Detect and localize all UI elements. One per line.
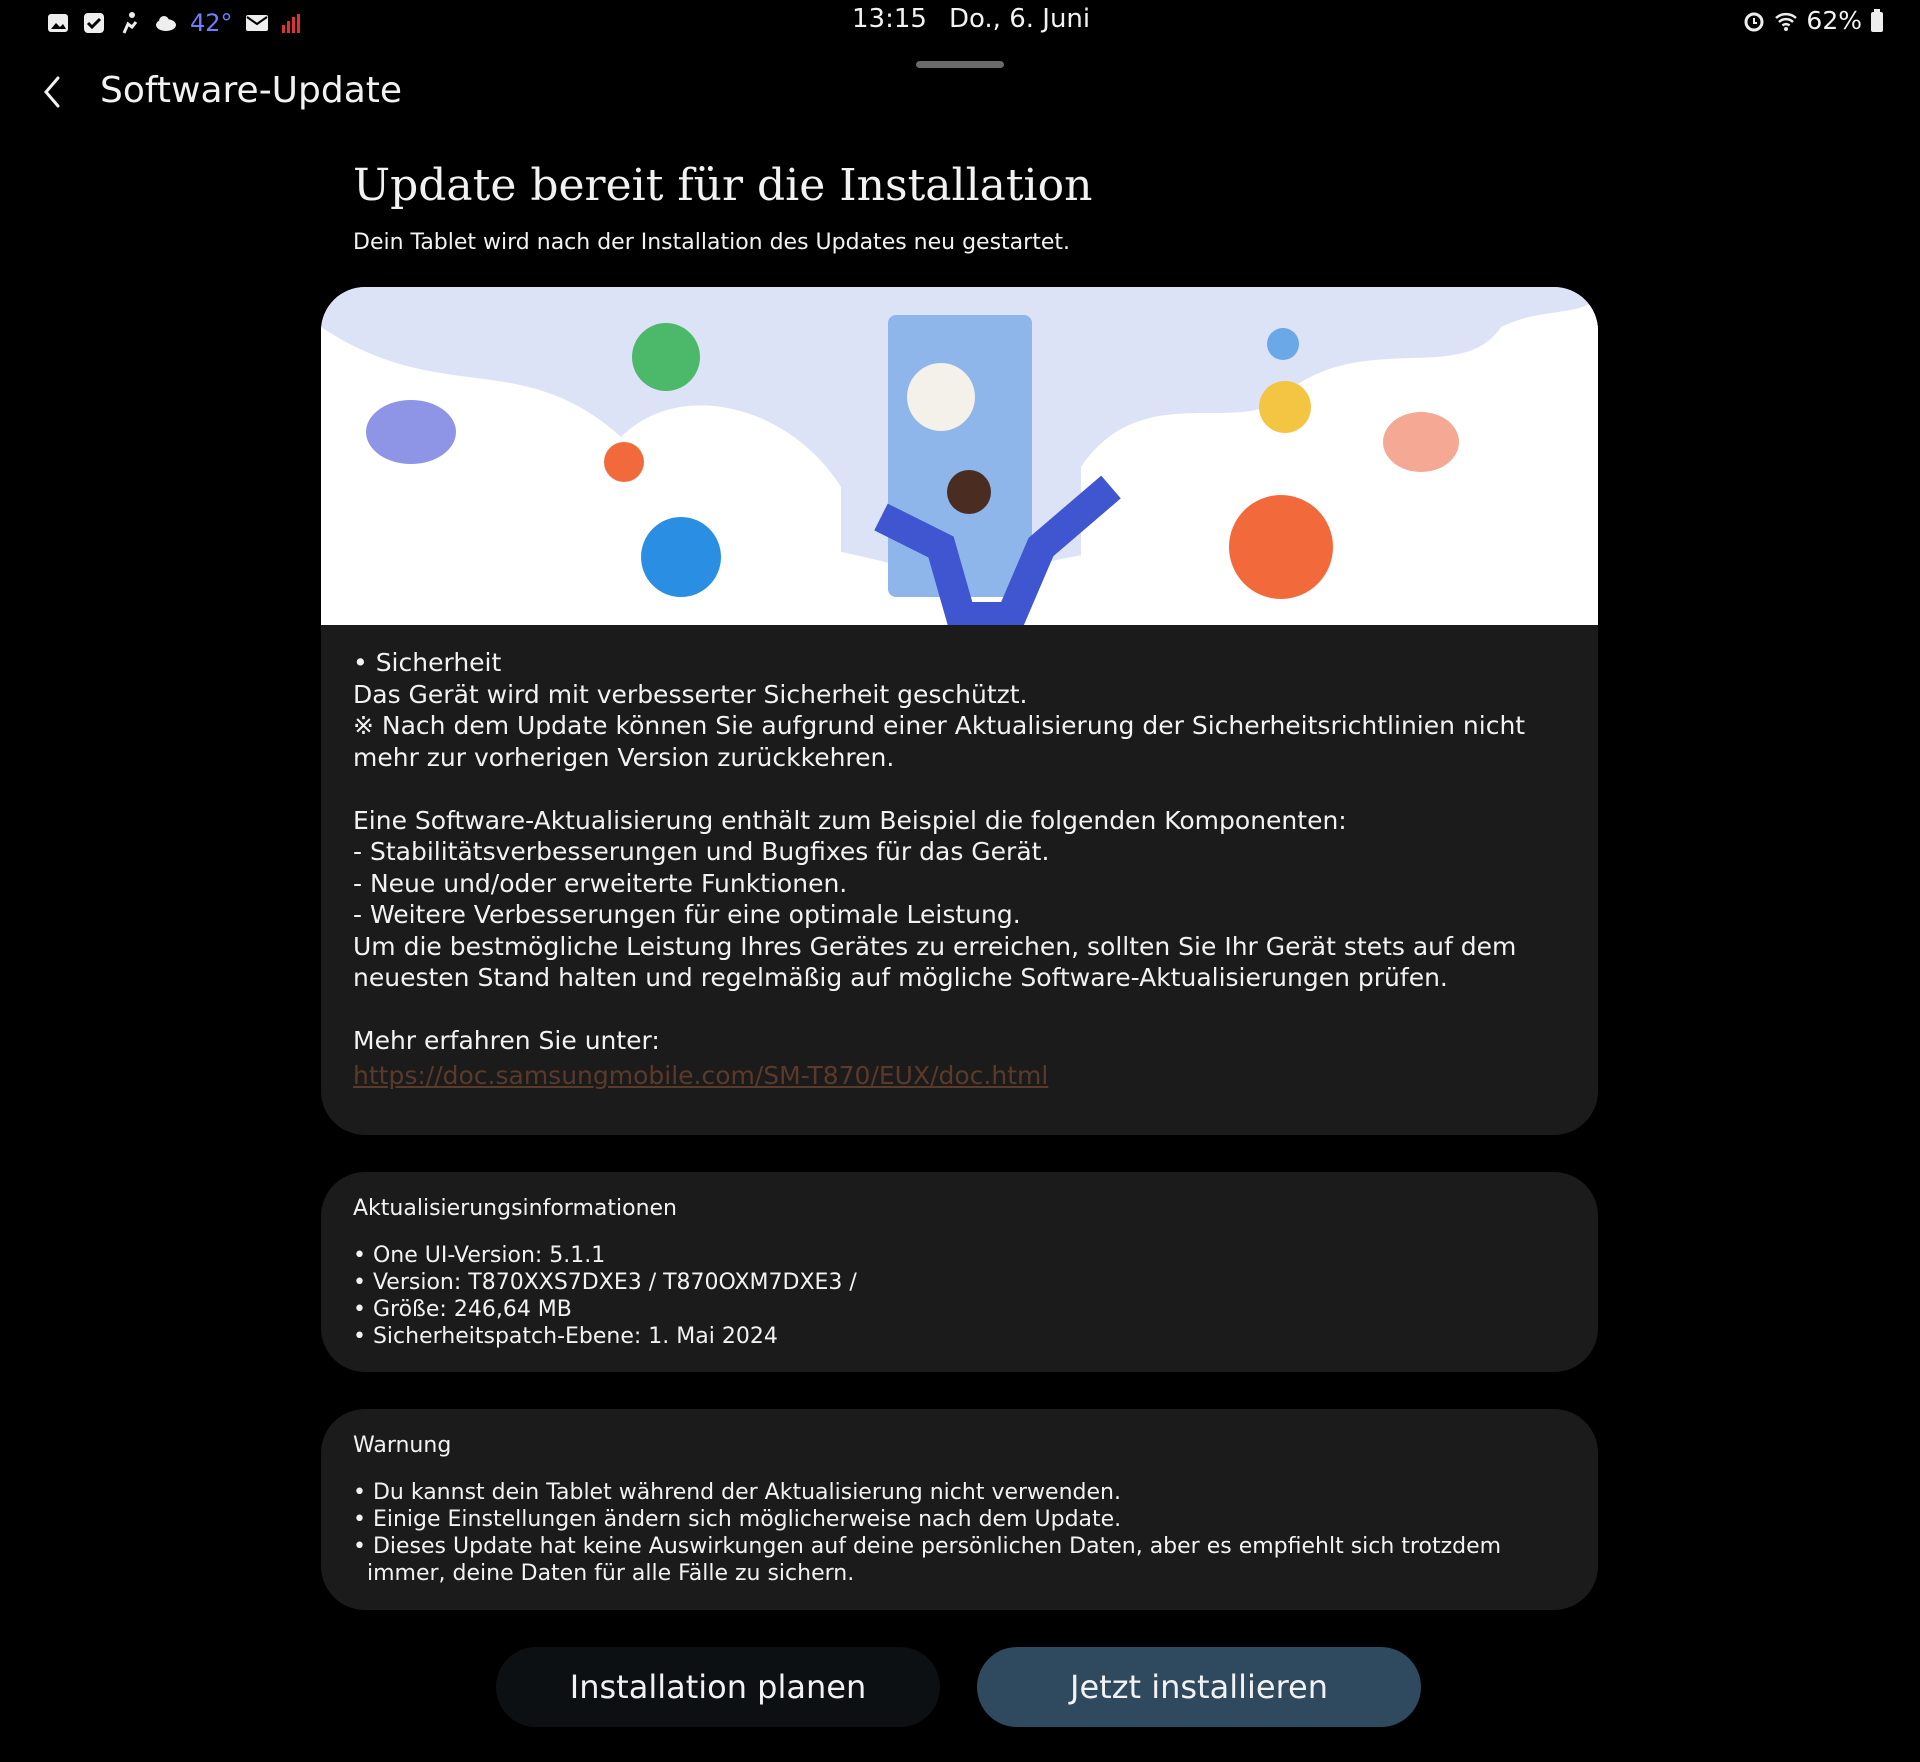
install-now-button[interactable]: Jetzt installieren — [977, 1647, 1421, 1727]
mail-icon — [245, 15, 268, 31]
battery-icon — [1871, 8, 1883, 32]
page-title: Software-Update — [100, 70, 403, 111]
release-notes-link[interactable]: https://doc.samsungmobile.com/SM-T870/EU… — [353, 1061, 1048, 1090]
back-button[interactable] — [30, 70, 74, 114]
release-notes-card[interactable]: • Sicherheit Das Gerät wird mit verbesse… — [321, 287, 1598, 1135]
warning-item: • Einige Einstellungen ändern sich mögli… — [353, 1507, 1122, 1532]
info-item-version-ui: • One UI-Version: 5.1.1 — [353, 1243, 606, 1268]
schedule-install-button[interactable]: Installation planen — [496, 1647, 940, 1727]
signal-bars-icon — [281, 14, 300, 33]
status-bar: 42° 13:15 Do., 6. Juni 62% — [0, 0, 1920, 50]
clock: 13:15 — [852, 4, 927, 34]
update-illustration — [321, 287, 1598, 625]
fitness-icon — [122, 12, 138, 34]
warning-list: • Du kannst dein Tablet während der Aktu… — [353, 1479, 1568, 1587]
pull-down-handle[interactable] — [916, 61, 1004, 68]
update-info-list: • One UI-Version: 5.1.1 • Version: T870X… — [353, 1242, 1568, 1350]
warning-title: Warnung — [353, 1433, 452, 1458]
wifi-icon — [1775, 12, 1798, 31]
chevron-left-icon — [44, 76, 60, 108]
battery-percent: 62% — [1806, 6, 1862, 35]
warning-item: • Du kannst dein Tablet während der Aktu… — [353, 1480, 1121, 1505]
info-item-version: • Version: T870XXS7DXE3 / T870OXM7DXE3 / — [353, 1270, 857, 1295]
gallery-icon — [48, 14, 68, 32]
update-info-card: Aktualisierungsinformationen • One UI-Ve… — [321, 1172, 1598, 1372]
date: Do., 6. Juni — [948, 4, 1091, 34]
info-item-security-patch: • Sicherheitspatch-Ebene: 1. Mai 2024 — [353, 1324, 778, 1349]
update-headline: Update bereit für die Installation — [353, 160, 1093, 211]
update-subline: Dein Tablet wird nach der Installation d… — [353, 230, 1070, 255]
alarm-icon — [1744, 12, 1764, 31]
warning-item: • Dieses Update hat keine Auswirkungen a… — [353, 1534, 1502, 1586]
weather-cloud-icon — [156, 16, 176, 31]
temperature: 42° — [190, 9, 233, 37]
checkbox-icon — [84, 13, 104, 33]
notification-icons: 42° — [46, 6, 305, 40]
warning-card: Warnung • Du kannst dein Tablet während … — [321, 1409, 1598, 1610]
update-info-title: Aktualisierungsinformationen — [353, 1196, 677, 1221]
release-notes-text: • Sicherheit Das Gerät wird mit verbesse… — [353, 648, 1526, 1055]
info-item-size: • Größe: 246,64 MB — [353, 1297, 572, 1322]
